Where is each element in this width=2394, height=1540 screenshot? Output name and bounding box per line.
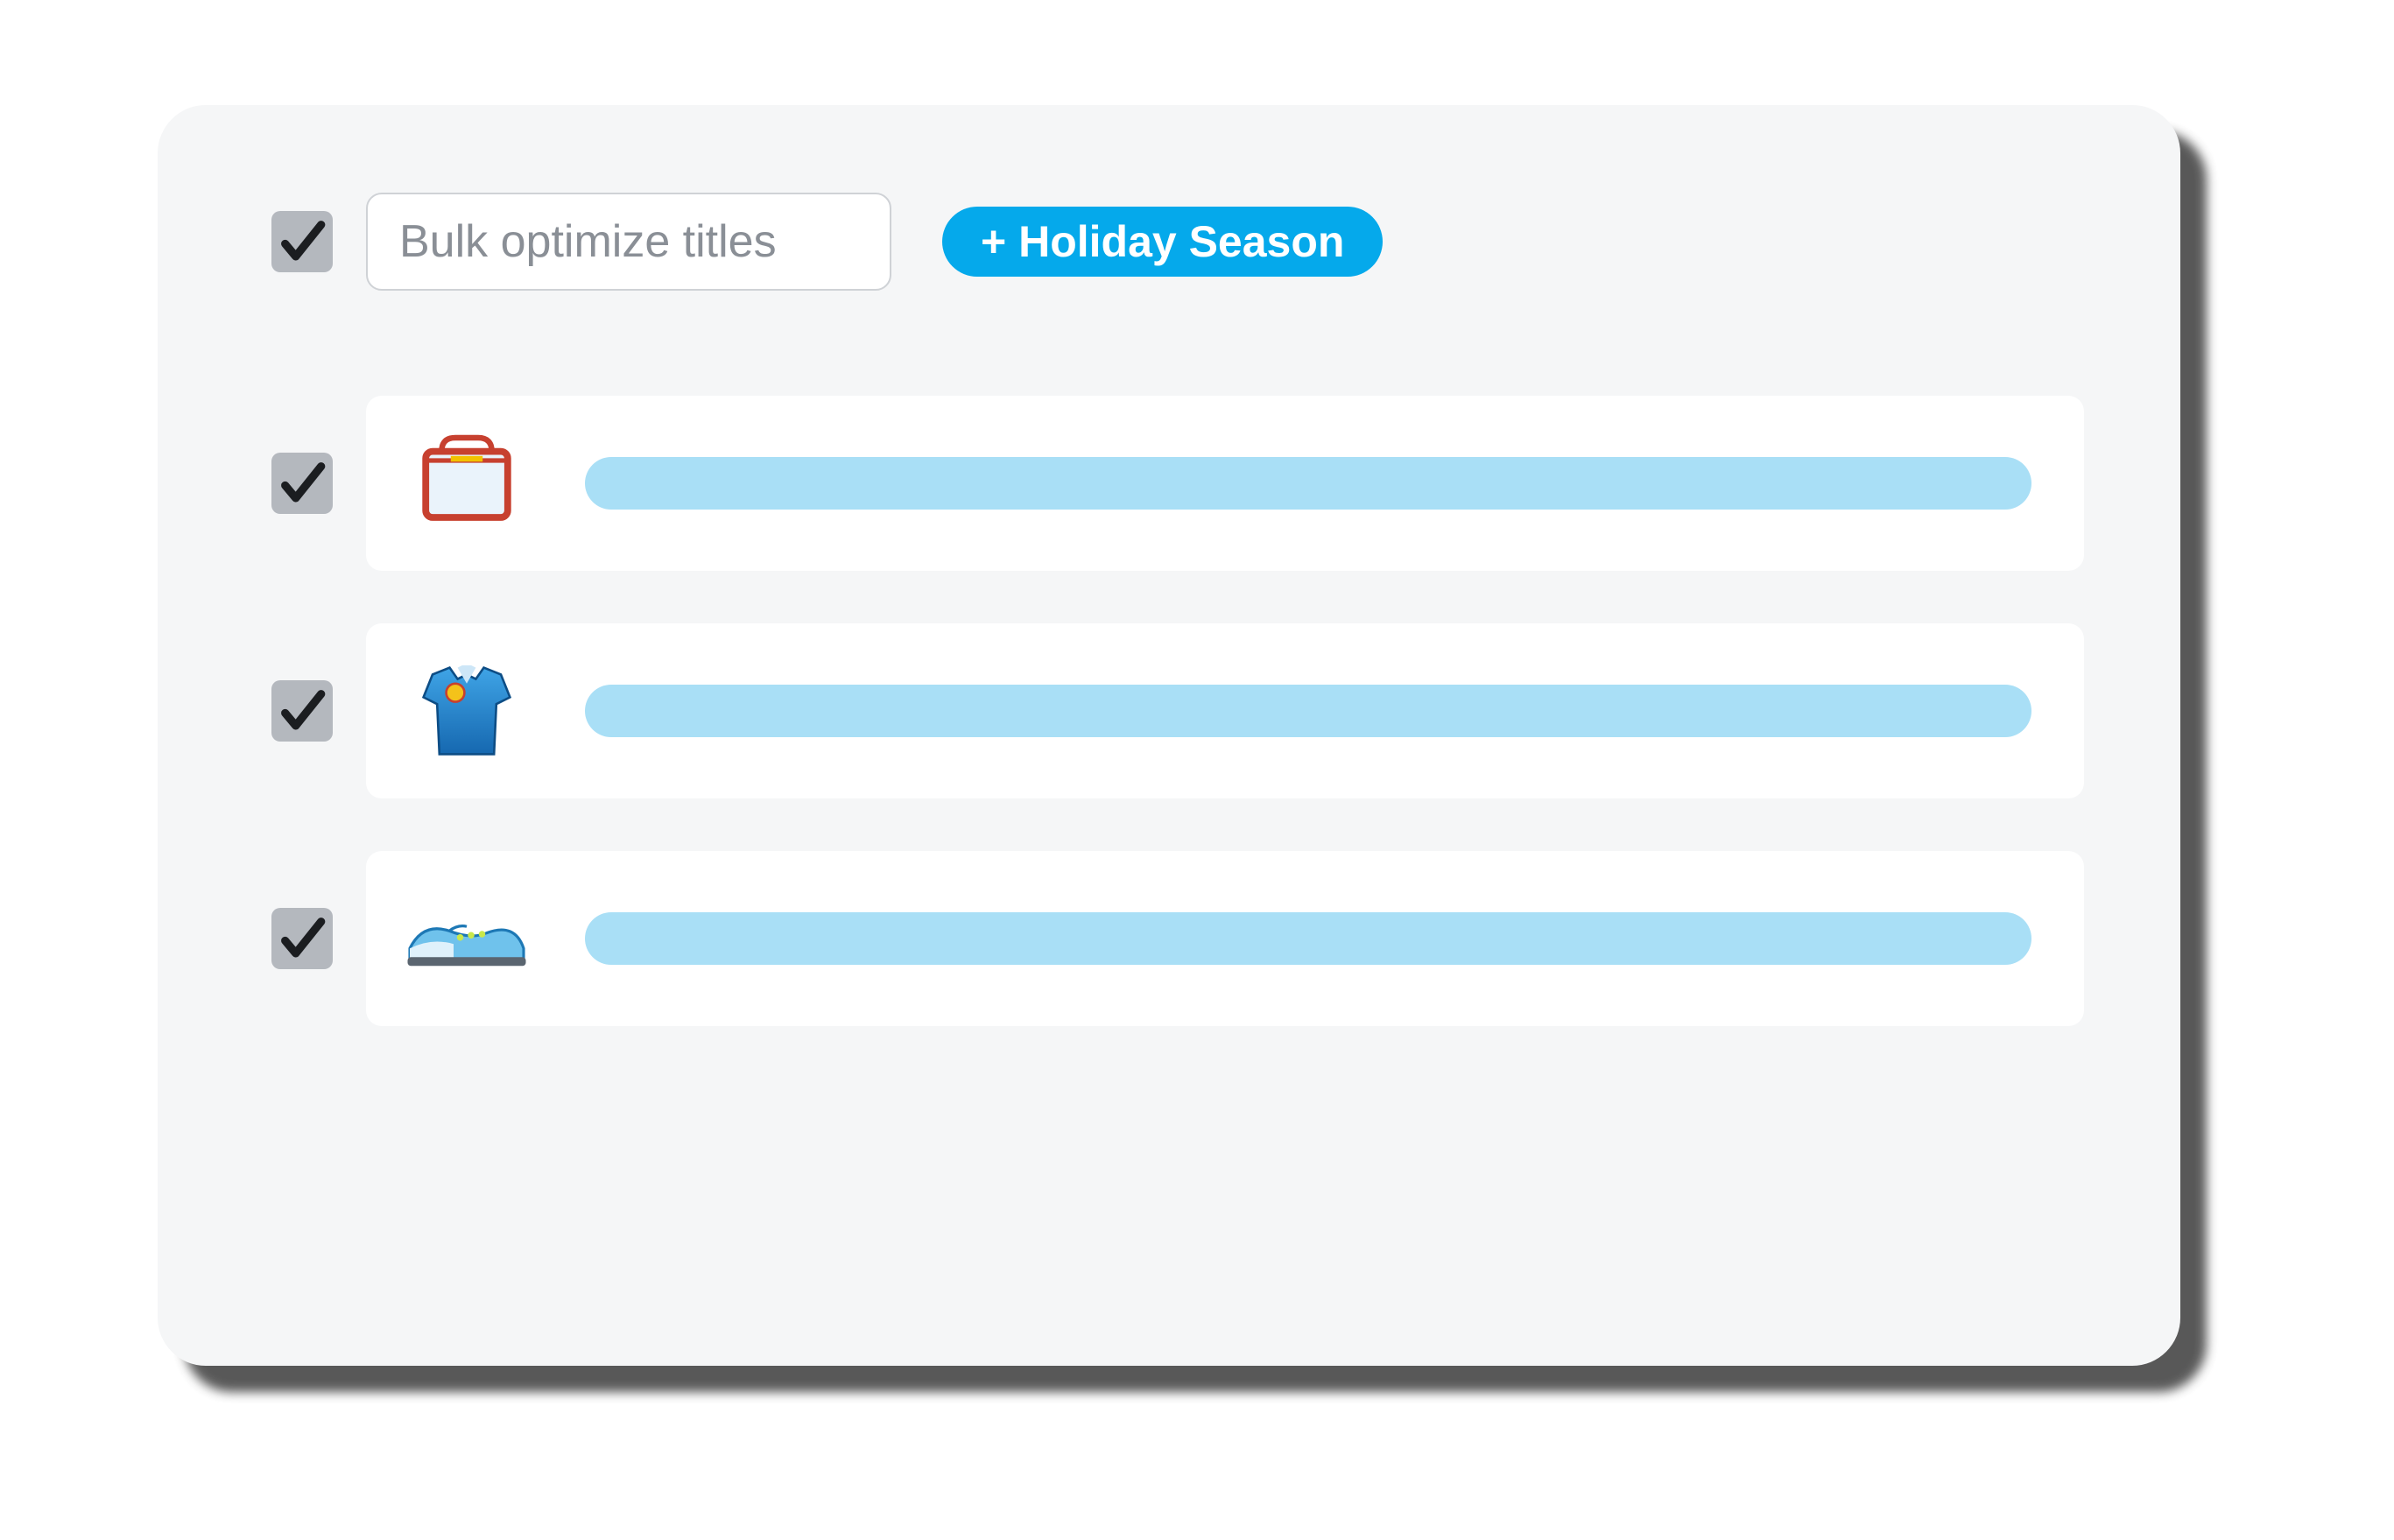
item-title-placeholder [585,912,2031,965]
item-card [366,396,2084,571]
item-title-placeholder [585,457,2031,510]
check-icon [277,913,327,964]
item-card [366,851,2084,1026]
sneaker-icon [401,873,532,1004]
add-tag-button[interactable]: + Holiday Season [942,207,1383,277]
polo-shirt-icon [401,645,532,777]
panel-wrapper: + Holiday Season [158,105,2180,1366]
check-icon [277,686,327,736]
item-checkbox[interactable] [271,680,333,742]
item-title-placeholder [585,685,2031,737]
item-checkbox[interactable] [271,453,333,514]
check-icon [277,458,327,509]
list-item [271,396,2084,571]
item-checkbox[interactable] [271,908,333,969]
select-all-checkbox[interactable] [271,211,333,272]
check-icon [277,216,327,267]
list-item [271,623,2084,798]
list-item [271,851,2084,1026]
header-row: + Holiday Season [271,193,2084,291]
bulk-edit-panel: + Holiday Season [158,105,2180,1366]
bulk-title-input[interactable] [366,193,891,291]
bag-icon [401,418,532,549]
item-card [366,623,2084,798]
